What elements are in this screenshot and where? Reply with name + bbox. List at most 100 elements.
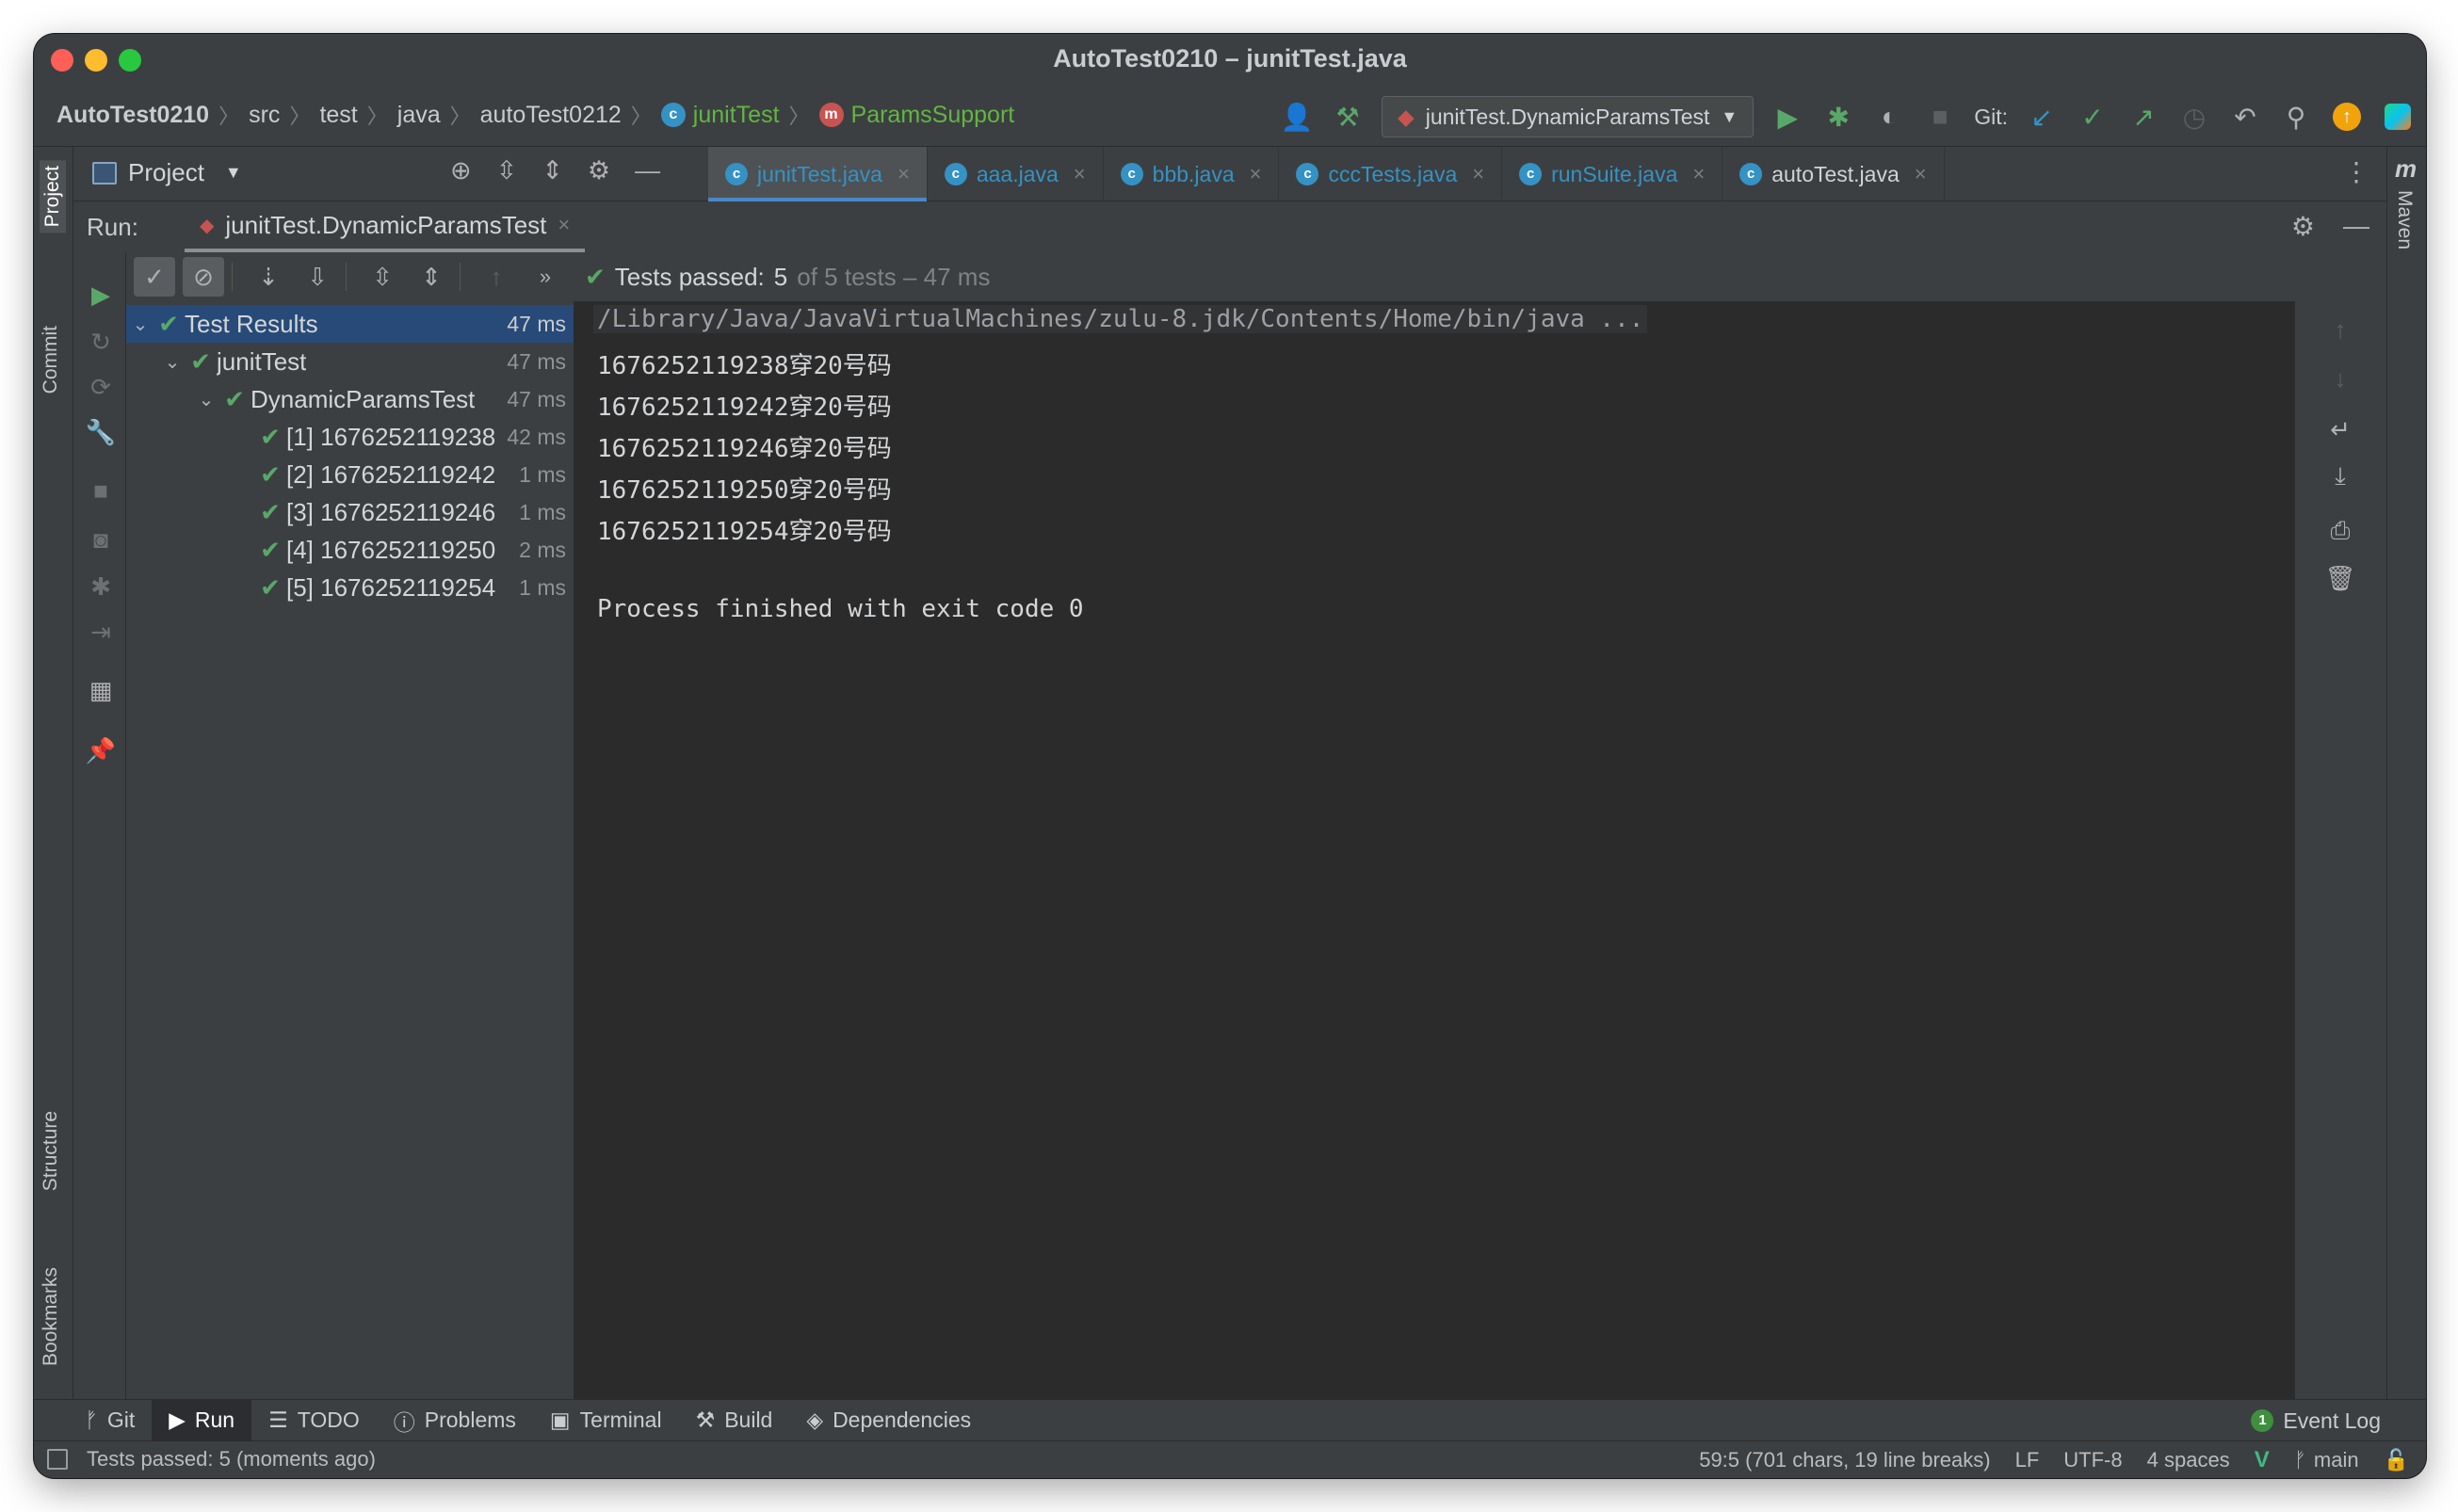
git-push-icon[interactable]: ↗ (2126, 100, 2160, 134)
indent-setting[interactable]: 4 spaces (2147, 1448, 2230, 1472)
run-config-tab[interactable]: ◆ junitTest.DynamicParamsTest × (185, 201, 586, 252)
line-separator[interactable]: LF (2015, 1448, 2040, 1472)
tree-row-test-2[interactable]: ✔ [2] 1676252119242 1 ms (126, 456, 574, 493)
run-icon[interactable]: ▶ (1771, 100, 1804, 134)
tree-row-test-5[interactable]: ✔ [5] 1676252119254 1 ms (126, 569, 574, 606)
chevron-down-icon[interactable]: ⌄ (194, 388, 218, 411)
tab-ccctests[interactable]: c cccTests.java × (1279, 147, 1503, 201)
previous-failed-icon[interactable]: ↑ (476, 257, 517, 297)
close-icon[interactable]: × (1472, 162, 1484, 186)
camera-icon[interactable]: ◙ (87, 525, 115, 554)
tree-row-junittest[interactable]: ⌄ ✔ junitTest 47 ms (126, 343, 574, 380)
search-icon[interactable]: ⚲ (2279, 100, 2313, 134)
sort-alpha-icon[interactable]: ⇣ (248, 257, 289, 297)
toggle-auto-test-icon[interactable]: ⟳ (87, 373, 115, 401)
tab-autotest[interactable]: c autoTest.java × (1722, 147, 1945, 201)
breadcrumb-package[interactable]: autoTest0212 (480, 102, 622, 129)
jetbrains-logo-icon[interactable] (2381, 100, 2415, 134)
breadcrumb-test[interactable]: test (319, 102, 357, 129)
tree-row-test-4[interactable]: ✔ [4] 1676252119250 2 ms (126, 531, 574, 569)
bottom-tab-git[interactable]: ᚠ Git (68, 1400, 152, 1441)
layout-icon[interactable]: ▦ (87, 676, 115, 704)
expand-all-icon[interactable]: ⇳ (496, 156, 518, 185)
tree-row-test-results[interactable]: ⌄ ✔ Test Results 47 ms (126, 305, 574, 343)
bookmarks-tool-button[interactable]: Bookmarks (40, 1267, 62, 1366)
gear-icon[interactable]: ⚙ (588, 156, 610, 185)
trash-icon[interactable]: 🗑 (2325, 563, 2356, 593)
sort-duration-icon[interactable]: ⇩ (297, 257, 338, 297)
bottom-tab-todo[interactable]: ☰ TODO (251, 1400, 377, 1441)
gear-icon[interactable]: ⚙ (2291, 211, 2315, 242)
soft-wrap-icon[interactable]: ↵ (2325, 414, 2355, 444)
chevron-down-icon[interactable]: ⌄ (160, 350, 185, 374)
breadcrumb-project[interactable]: AutoTest0210 (57, 102, 209, 129)
hide-icon[interactable]: — (2343, 211, 2369, 242)
tree-row-dynamicparamstest[interactable]: ⌄ ✔ DynamicParamsTest 47 ms (126, 380, 574, 418)
breadcrumb-method[interactable]: m ParamsSupport (818, 102, 1014, 129)
more-vertical-icon[interactable]: ⋮ (2343, 156, 2369, 187)
stop-icon[interactable]: ■ (1923, 100, 1957, 134)
close-icon[interactable]: × (1250, 162, 1262, 186)
tab-junittest[interactable]: c junitTest.java × (708, 147, 928, 201)
hammer-icon[interactable]: ⚒ (1331, 100, 1365, 134)
caret-position[interactable]: 59:5 (701 chars, 19 line breaks) (1699, 1448, 1990, 1472)
wrench-icon[interactable]: 🔧 (86, 418, 116, 446)
breadcrumb-src[interactable]: src (249, 102, 280, 129)
history-icon[interactable]: ◷ (2177, 100, 2211, 134)
scroll-to-end-icon[interactable]: ⤓ (2325, 461, 2355, 491)
git-branch[interactable]: ᚠ main (2294, 1448, 2359, 1472)
tree-row-test-1[interactable]: ✔ [1] 1676252119238 42 ms (126, 418, 574, 456)
project-view-selector[interactable]: Project ▼ (92, 158, 242, 187)
panel-toggle-icon[interactable] (47, 1449, 68, 1470)
breadcrumb-class[interactable]: c junitTest (660, 102, 780, 129)
collapse-all-icon[interactable]: ⇕ (411, 257, 452, 297)
structure-tool-button[interactable]: Structure (40, 1111, 62, 1191)
bottom-tab-dependencies[interactable]: ◈ Dependencies (789, 1400, 988, 1441)
chevron-down-icon[interactable]: ⌄ (128, 313, 153, 336)
bottom-tab-problems[interactable]: ⓘ Problems (377, 1400, 533, 1441)
commit-tool-button[interactable]: Commit (40, 326, 62, 394)
print-icon[interactable]: ⎙ (2325, 516, 2355, 546)
stop-icon[interactable]: ■ (87, 476, 115, 505)
show-ignored-icon[interactable]: ⊘ (183, 257, 224, 297)
user-icon[interactable]: 👤 (1280, 100, 1314, 134)
close-icon[interactable]: × (558, 213, 570, 237)
tab-aaa[interactable]: c aaa.java × (928, 147, 1104, 201)
bottom-tab-terminal[interactable]: ▣ Terminal (533, 1400, 679, 1441)
event-log-button[interactable]: 1 Event Log (2251, 1400, 2381, 1441)
file-encoding[interactable]: UTF-8 (2063, 1448, 2122, 1472)
git-commit-icon[interactable]: ✓ (2076, 100, 2110, 134)
arrow-up-icon[interactable]: ↑ (2325, 314, 2355, 345)
close-icon[interactable]: × (1692, 162, 1705, 186)
more-icon[interactable]: » (525, 257, 566, 297)
close-icon[interactable]: × (1074, 162, 1086, 186)
rerun-icon[interactable]: ▶ (87, 281, 115, 309)
hide-icon[interactable]: — (635, 156, 660, 185)
run-config-selector[interactable]: ◆ junitTest.DynamicParamsTest ▼ (1382, 96, 1755, 137)
pin-icon[interactable]: 📌 (86, 736, 116, 764)
exit-icon[interactable]: ⇥ (87, 618, 115, 646)
update-icon[interactable]: ↑ (2330, 100, 2364, 134)
debug-icon[interactable]: ✱ (87, 572, 115, 601)
lock-icon[interactable]: 🔓 (2384, 1448, 2409, 1472)
rollback-icon[interactable]: ↶ (2228, 100, 2262, 134)
bottom-tab-build[interactable]: ⚒ Build (679, 1400, 790, 1441)
status-message[interactable]: Tests passed: 5 (moments ago) (87, 1447, 376, 1472)
rerun-failed-icon[interactable]: ↻ (87, 328, 115, 356)
vue-icon[interactable]: V (2255, 1447, 2270, 1473)
maven-tool-button[interactable]: Maven (2393, 190, 2416, 249)
project-tool-button[interactable]: Project (40, 160, 66, 233)
show-passed-icon[interactable]: ✓ (134, 257, 175, 297)
git-update-icon[interactable]: ↙ (2025, 100, 2059, 134)
close-icon[interactable]: × (897, 162, 910, 186)
bottom-tab-run[interactable]: ▶ Run (152, 1399, 252, 1441)
console-output[interactable]: /Library/Java/JavaVirtualMachines/zulu-8… (574, 301, 2294, 1433)
expand-all-icon[interactable]: ⇳ (362, 257, 403, 297)
close-icon[interactable]: × (1915, 162, 1927, 186)
debug-icon[interactable]: ✱ (1821, 100, 1855, 134)
breadcrumb-java[interactable]: java (397, 102, 441, 129)
tab-runsuite[interactable]: c runSuite.java × (1502, 147, 1723, 201)
tab-bbb[interactable]: c bbb.java × (1104, 147, 1280, 201)
collapse-all-icon[interactable]: ⇕ (542, 156, 563, 185)
coverage-icon[interactable]: ◐ (1872, 100, 1906, 134)
